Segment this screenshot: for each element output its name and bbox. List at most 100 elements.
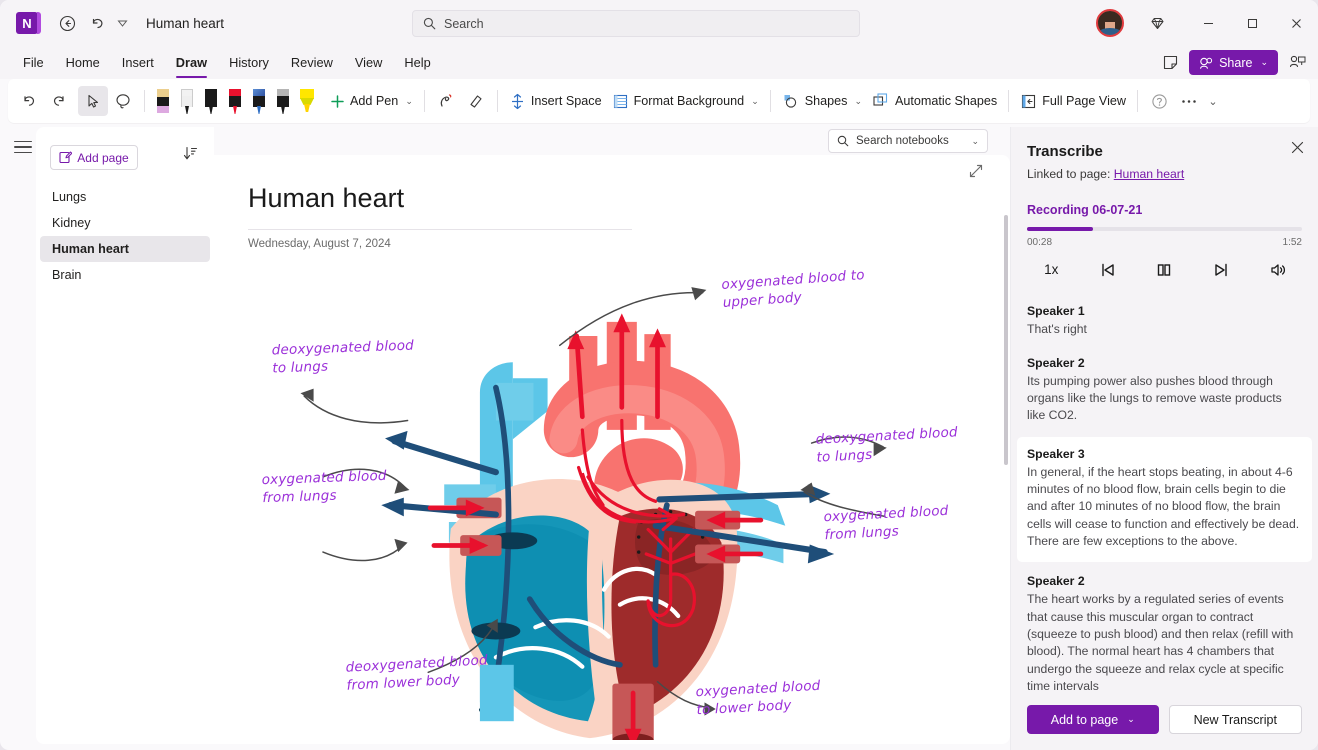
playback-times: 00:28 1:52: [1027, 237, 1302, 248]
menu-item-home[interactable]: Home: [55, 51, 111, 74]
pen-white[interactable]: [179, 86, 195, 116]
close-button[interactable]: [1274, 0, 1318, 46]
shapes-button[interactable]: Shapes ⌄: [777, 86, 867, 116]
full-page-view-button[interactable]: Full Page View: [1015, 86, 1131, 116]
notebook-search-placeholder: Search notebooks: [856, 135, 949, 147]
menu-item-view[interactable]: View: [344, 51, 394, 74]
customize-quick-access-icon[interactable]: [112, 8, 132, 38]
share-button[interactable]: Share ⌄: [1189, 50, 1278, 75]
transcript-speaker: Speaker 2: [1027, 355, 1085, 370]
transcript-entry[interactable]: Speaker 2 Its pumping power also pushes …: [1011, 350, 1318, 437]
pause-button[interactable]: [1147, 256, 1181, 284]
eraser-button[interactable]: [461, 86, 491, 116]
note-canvas[interactable]: Human heart Wednesday, August 7, 2024 ox…: [214, 155, 1010, 744]
page-list-panel: Add page Lungs Kidney Human heart Brain: [36, 127, 214, 744]
ink-deoxygenated-to-lungs-left[interactable]: deoxygenated blood to lungs: [271, 337, 414, 378]
transcript-entry[interactable]: Speaker 1 That's right: [1011, 298, 1318, 350]
undo-icon[interactable]: [82, 8, 112, 38]
diamond-icon[interactable]: [1142, 8, 1172, 38]
transcript-list[interactable]: Speaker 1 That's right Speaker 2 Its pum…: [1011, 298, 1318, 696]
next-button[interactable]: [1204, 256, 1238, 284]
full-page-view-icon: [1022, 94, 1036, 108]
transcript-text: The heart works by a regulated series of…: [1027, 592, 1294, 694]
add-page-pencil-icon: [59, 151, 73, 164]
notebook-search-input[interactable]: Search notebooks ⌄: [828, 129, 988, 153]
back-circle-icon[interactable]: [52, 8, 82, 38]
select-cursor-button[interactable]: [78, 86, 108, 116]
transcript-entry[interactable]: Speaker 2 The heart works by a regulated…: [1011, 562, 1318, 695]
new-transcript-button[interactable]: New Transcript: [1168, 705, 1302, 734]
close-icon[interactable]: [1291, 141, 1304, 154]
add-to-page-label: Add to page: [1050, 712, 1119, 727]
linked-page-row: Linked to page: Human heart: [1027, 167, 1302, 181]
transcribe-title: Transcribe: [1027, 143, 1103, 160]
pen-eraser-pencil[interactable]: [155, 86, 171, 116]
add-to-page-button[interactable]: Add to page ⌄: [1027, 705, 1159, 734]
ink-deoxygenated-from-lower-body[interactable]: deoxygenated blood from lower body: [345, 651, 489, 695]
canvas-scrollbar[interactable]: [1004, 215, 1008, 732]
menu-item-history[interactable]: History: [218, 51, 280, 74]
logo-letter: N: [22, 15, 32, 31]
hamburger-menu-icon[interactable]: [10, 136, 36, 158]
pen-black[interactable]: [203, 86, 219, 116]
transcript-speaker: Speaker 1: [1027, 303, 1085, 318]
menu-bar-right: Share ⌄: [1157, 46, 1310, 79]
pen-red[interactable]: [227, 86, 243, 116]
insert-space-button[interactable]: Insert Space: [504, 86, 607, 116]
add-page-label: Add page: [77, 150, 129, 165]
highlighter-yellow[interactable]: [299, 86, 315, 116]
format-background-button[interactable]: Format Background ⌄: [607, 86, 764, 116]
add-pen-chevron: ⌄: [405, 95, 413, 106]
ink-deoxygenated-to-lungs-right[interactable]: deoxygenated blood to lungs: [815, 423, 959, 467]
minimize-button[interactable]: [1186, 0, 1230, 46]
collapse-ribbon-button[interactable]: ⌄: [1204, 86, 1220, 116]
ribbon-redo-button[interactable]: [44, 86, 74, 116]
ink-to-shape-button[interactable]: [431, 86, 461, 116]
present-person-icon[interactable]: [1284, 50, 1310, 76]
ink-oxygenated-from-lungs-left[interactable]: oxygenated blood from lungs: [261, 467, 387, 508]
more-options-button[interactable]: [1174, 86, 1204, 116]
avatar[interactable]: [1096, 9, 1124, 37]
share-label: Share: [1219, 55, 1253, 70]
draw-ribbon: Add Pen ⌄ Insert Space Format Background…: [8, 79, 1310, 123]
page-list: Lungs Kidney Human heart Brain: [36, 184, 214, 288]
menu-item-insert[interactable]: Insert: [111, 51, 165, 74]
page-item-brain[interactable]: Brain: [40, 262, 210, 288]
select-cursor-icon: [87, 94, 98, 108]
previous-button[interactable]: [1091, 256, 1125, 284]
transcript-text: In general, if the heart stops beating, …: [1027, 464, 1300, 549]
pen-blue[interactable]: [251, 86, 267, 116]
format-background-icon: [613, 94, 627, 108]
menu-item-file[interactable]: File: [12, 51, 55, 74]
add-page-button[interactable]: Add page: [50, 145, 138, 170]
volume-button[interactable]: [1261, 256, 1295, 284]
page-item-human-heart[interactable]: Human heart: [40, 236, 210, 262]
automatic-shapes-button[interactable]: Automatic Shapes: [867, 86, 1002, 116]
expand-diagonal-icon[interactable]: [968, 163, 984, 179]
playback-speed-button[interactable]: 1x: [1034, 256, 1068, 284]
playback-progress-bar[interactable]: [1027, 227, 1302, 231]
transcript-entry-active[interactable]: Speaker 3 In general, if the heart stops…: [1017, 436, 1312, 563]
help-button[interactable]: [1144, 86, 1174, 116]
pen-gray[interactable]: [275, 86, 291, 116]
menu-item-help[interactable]: Help: [393, 51, 441, 74]
linked-page-link[interactable]: Human heart: [1114, 167, 1184, 181]
page-item-lungs[interactable]: Lungs: [40, 184, 210, 210]
lasso-select-icon: [115, 93, 130, 108]
scrollbar-thumb[interactable]: [1004, 215, 1008, 465]
help-circle-icon: [1151, 93, 1167, 109]
page-item-kidney[interactable]: Kidney: [40, 210, 210, 236]
ink-oxygenated-to-lower-body[interactable]: oxygenated blood to lower body: [695, 677, 822, 720]
lasso-select-button[interactable]: [108, 86, 138, 116]
ribbon-undo-button[interactable]: [14, 86, 44, 116]
sort-pages-icon[interactable]: [183, 146, 198, 161]
ribbon-divider-6: [1137, 90, 1139, 112]
menu-item-draw[interactable]: Draw: [165, 51, 218, 78]
ink-oxygenated-from-lungs-right[interactable]: oxygenated blood from lungs: [823, 502, 950, 545]
title-bar-right: [1096, 0, 1318, 46]
search-input[interactable]: Search: [412, 10, 860, 37]
menu-item-review[interactable]: Review: [280, 51, 344, 74]
maximize-button[interactable]: [1230, 0, 1274, 46]
add-pen-button[interactable]: Add Pen ⌄: [325, 86, 418, 116]
sticky-note-icon[interactable]: [1157, 50, 1183, 76]
